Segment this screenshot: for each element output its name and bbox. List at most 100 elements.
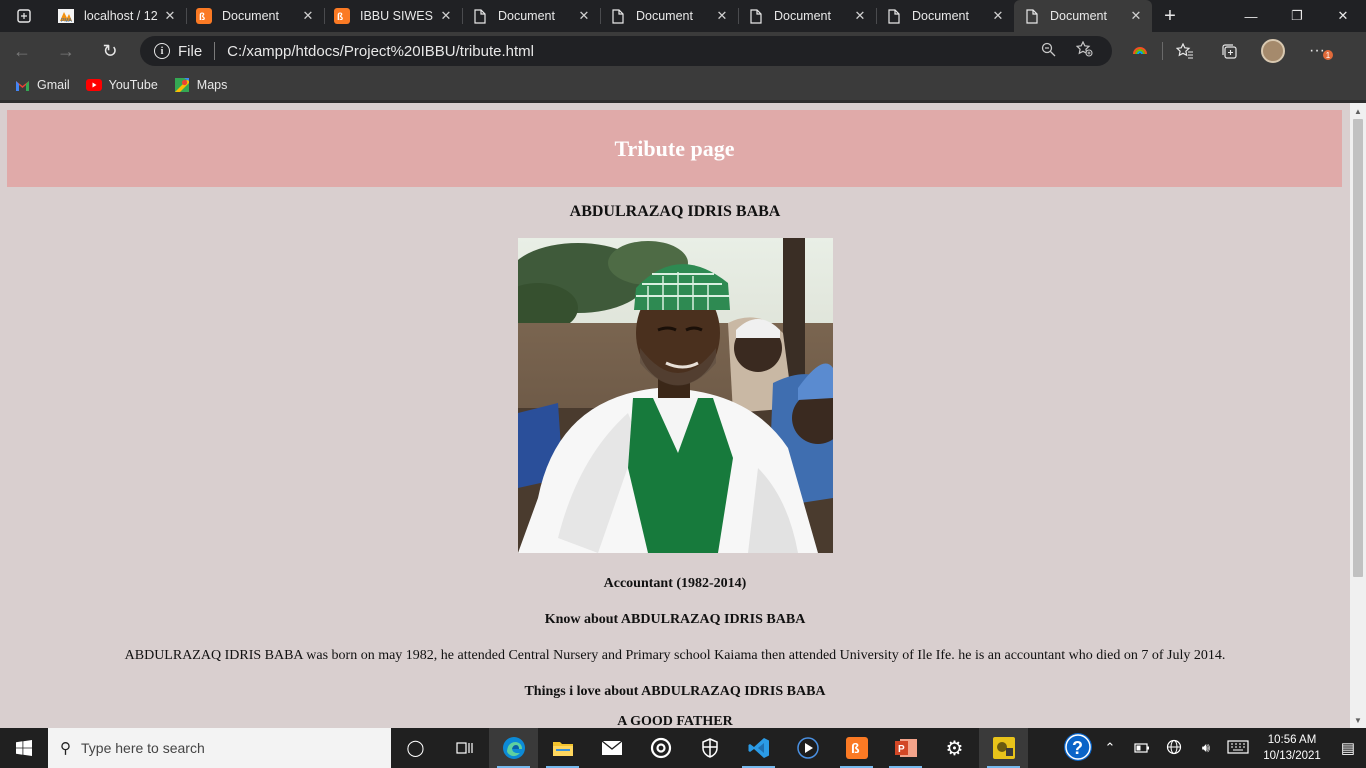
close-icon[interactable]: ✕	[162, 8, 178, 24]
tab-strip: PMA localhost / 12 ✕ ß Document ✕ ß IBBU…	[0, 0, 1366, 32]
browser-tab[interactable]: PMA localhost / 12 ✕	[48, 0, 186, 32]
collections-icon	[1221, 43, 1237, 59]
add-favorite-icon[interactable]	[1066, 40, 1102, 61]
collections-button[interactable]	[1207, 43, 1251, 60]
close-icon[interactable]: ✕	[1128, 8, 1144, 24]
divider	[214, 42, 216, 60]
close-icon[interactable]: ✕	[438, 8, 454, 24]
windows-taskbar: ⚲ Type here to search ◯ ß P ⚙ ? ⌃ 🔊︎ 10:…	[0, 728, 1366, 768]
tab-title: localhost / 12	[84, 9, 158, 23]
minimize-button[interactable]: —	[1228, 0, 1274, 32]
refresh-button[interactable]: ↻	[88, 32, 132, 70]
taskbar-pinned-app[interactable]	[979, 728, 1028, 768]
info-icon[interactable]: i	[154, 43, 170, 59]
tribute-content: ABDULRAZAQ IDRIS BABA Accountant (1982-2…	[0, 203, 1350, 728]
taskbar-clock[interactable]: 10:56 AM 10/13/2021	[1254, 732, 1330, 764]
close-icon[interactable]: ✕	[300, 8, 316, 24]
extension-button[interactable]	[1118, 42, 1162, 60]
page-title: Tribute page	[614, 135, 735, 161]
help-icon: ?	[1064, 732, 1092, 761]
browser-tab[interactable]: Document ✕	[600, 0, 738, 32]
taskbar-security[interactable]	[685, 728, 734, 768]
close-icon[interactable]: ✕	[714, 8, 730, 24]
tab-actions-icon	[17, 9, 31, 23]
restore-button[interactable]: ❐	[1274, 0, 1320, 32]
back-button[interactable]: ←	[0, 32, 44, 70]
taskbar-search-box[interactable]: ⚲ Type here to search	[48, 728, 391, 768]
bookmark-youtube[interactable]: YouTube	[85, 78, 158, 92]
network-icon[interactable]	[1158, 739, 1190, 758]
page-icon	[610, 8, 626, 24]
taskbar-vscode[interactable]	[734, 728, 783, 768]
clock-time: 10:56 AM	[1267, 734, 1317, 746]
gmail-icon	[14, 78, 30, 92]
avatar	[1261, 39, 1285, 63]
bookmark-gmail[interactable]: Gmail	[14, 78, 70, 92]
bookmark-maps[interactable]: Maps	[174, 78, 228, 92]
bookmark-label: Maps	[196, 78, 228, 92]
tab-title: Document	[498, 9, 555, 23]
bookmark-label: YouTube	[108, 78, 158, 92]
notification-center-icon[interactable]: ▤	[1330, 739, 1366, 757]
svg-text:ß: ß	[337, 12, 343, 23]
cortana-button[interactable]: ◯	[391, 728, 440, 768]
search-icon: ⚲	[60, 740, 71, 757]
gear-icon: ⚙	[945, 737, 964, 760]
forward-button[interactable]: →	[44, 32, 88, 70]
address-bar[interactable]: i File C:/xampp/htdocs/Project%20IBBU/tr…	[140, 36, 1112, 66]
browser-tab-active[interactable]: Document ✕	[1014, 0, 1152, 32]
scroll-down-icon[interactable]: ▼	[1350, 712, 1366, 728]
page-icon	[748, 8, 764, 24]
page-icon	[886, 8, 902, 24]
taskbar-settings[interactable]: ⚙	[930, 728, 979, 768]
favorites-button[interactable]	[1163, 43, 1207, 59]
scroll-up-icon[interactable]: ▲	[1350, 103, 1366, 119]
taskbar-file-explorer[interactable]	[538, 728, 587, 768]
shield-icon	[701, 738, 718, 758]
task-view-button[interactable]	[440, 728, 489, 768]
browser-tab[interactable]: ß IBBU SIWES ✕	[324, 0, 462, 32]
svg-text:?: ?	[1072, 738, 1083, 758]
browser-tab[interactable]: Document ✕	[876, 0, 1014, 32]
browser-tab[interactable]: ß Document ✕	[186, 0, 324, 32]
cortana-icon: ◯	[406, 740, 425, 757]
scrollbar-thumb[interactable]	[1353, 119, 1363, 577]
page-scrollbar[interactable]: ▲ ▼	[1350, 103, 1366, 728]
url-text[interactable]: C:/xampp/htdocs/Project%20IBBU/tribute.h…	[227, 43, 1030, 60]
close-icon[interactable]: ✕	[576, 8, 592, 24]
zoom-icon[interactable]	[1030, 42, 1066, 61]
window-close-button[interactable]: ✕	[1320, 0, 1366, 32]
youtube-icon	[85, 78, 102, 92]
person-name: ABDULRAZAQ IDRIS BABA	[569, 203, 781, 220]
portrait-photo	[517, 238, 833, 553]
settings-more-button[interactable]: ··· 1	[1295, 42, 1339, 60]
battery-icon[interactable]	[1126, 741, 1158, 756]
toolbar-actions: ··· 1	[1118, 39, 1339, 63]
taskbar-mail[interactable]	[587, 728, 636, 768]
taskbar-media-player[interactable]	[783, 728, 832, 768]
tab-actions-button[interactable]	[0, 0, 48, 32]
volume-icon[interactable]: 🔊︎	[1190, 740, 1222, 756]
taskbar-powerpoint[interactable]: P	[881, 728, 930, 768]
things-heading: Things i love about ABDULRAZAQ IDRIS BAB…	[524, 684, 826, 699]
forward-arrow-icon: →	[57, 40, 75, 61]
close-icon[interactable]: ✕	[852, 8, 868, 24]
page-icon	[472, 8, 488, 24]
taskbar-xampp[interactable]: ß	[832, 728, 881, 768]
maps-icon	[174, 78, 190, 92]
role-text: Accountant (1982-2014)	[603, 576, 747, 591]
start-button[interactable]	[0, 728, 48, 768]
svg-text:ß: ß	[199, 12, 205, 23]
browser-tab[interactable]: Document ✕	[738, 0, 876, 32]
keyboard-icon[interactable]	[1222, 739, 1254, 757]
close-icon[interactable]: ✕	[990, 8, 1006, 24]
profile-button[interactable]	[1251, 39, 1295, 63]
taskbar-edge[interactable]	[489, 728, 538, 768]
notification-badge: 1	[1323, 50, 1333, 60]
browser-tab[interactable]: Document ✕	[462, 0, 600, 32]
new-tab-button[interactable]: +	[1152, 0, 1188, 32]
help-button[interactable]: ?	[1062, 732, 1094, 765]
taskbar-media-app[interactable]	[636, 728, 685, 768]
media-player-icon	[796, 737, 819, 759]
show-hidden-icons-button[interactable]: ⌃	[1094, 740, 1126, 756]
